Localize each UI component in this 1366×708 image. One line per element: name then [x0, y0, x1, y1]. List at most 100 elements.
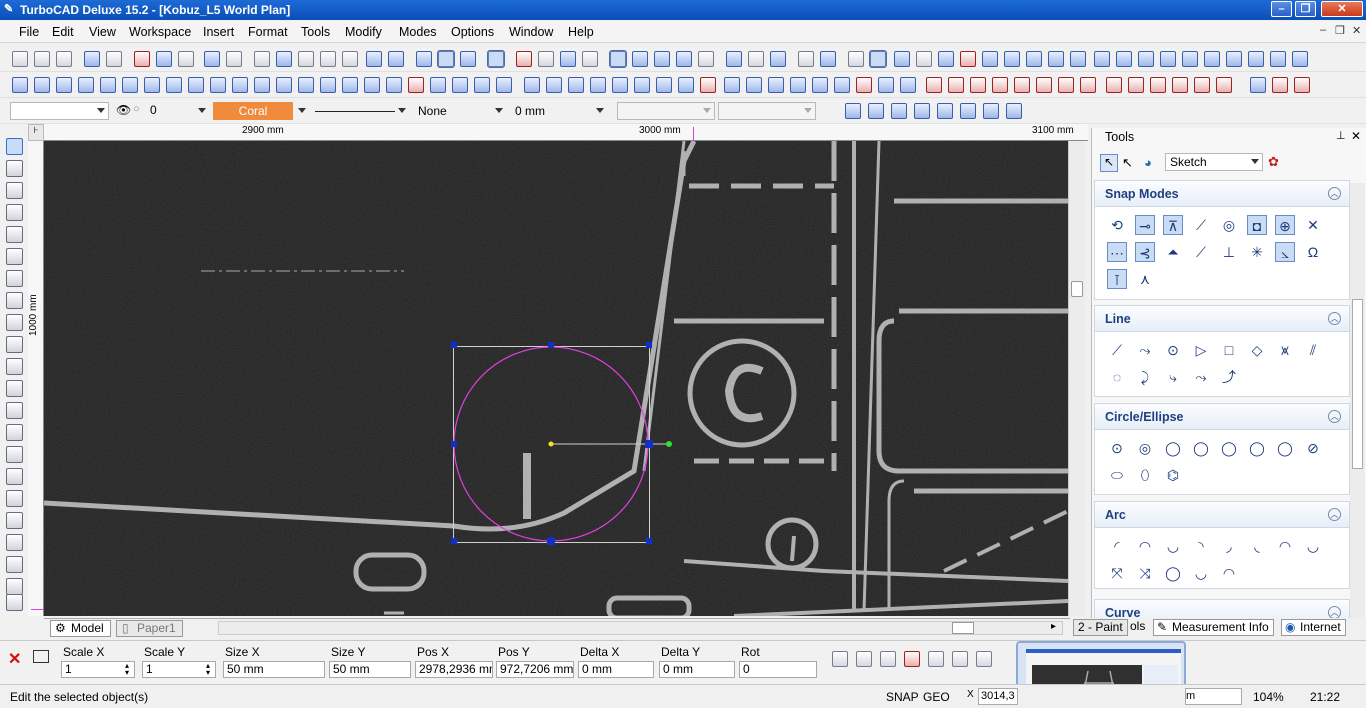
toolbar-button[interactable] [582, 51, 598, 67]
tool-icon[interactable]: ⦣ [1275, 242, 1295, 262]
tool-icon[interactable]: ⬭ [1107, 465, 1127, 485]
modify-button[interactable] [210, 77, 226, 93]
line-pattern-combo[interactable]: None [413, 102, 507, 120]
draw-tool-button[interactable] [6, 248, 23, 265]
tool-icon[interactable]: ◡ [1191, 563, 1211, 583]
modify-button[interactable] [724, 77, 740, 93]
toolbar-button[interactable] [12, 51, 28, 67]
pin-icon[interactable]: ⊥ [1336, 129, 1346, 142]
field-size-x[interactable]: 50 mm [223, 661, 325, 678]
modify-button[interactable] [900, 77, 916, 93]
line-style-preview[interactable] [315, 111, 395, 112]
draw-tool-button[interactable] [6, 556, 23, 573]
snap-button[interactable] [960, 103, 976, 119]
modify-button[interactable] [12, 77, 28, 93]
section-header[interactable]: Arc [1095, 502, 1349, 528]
modify-button[interactable] [970, 77, 986, 93]
modify-button[interactable] [1080, 77, 1096, 93]
tab-model[interactable]: ⚙ Model [50, 620, 111, 637]
draw-tool-button[interactable] [6, 578, 23, 595]
measurement-info-tab[interactable]: ✎ Measurement Info [1153, 619, 1274, 636]
toolbar-button[interactable] [1160, 51, 1176, 67]
toolbar-button[interactable] [298, 51, 314, 67]
modify-button[interactable] [790, 77, 806, 93]
modify-button[interactable] [56, 77, 72, 93]
modify-button[interactable] [430, 77, 446, 93]
tool-icon[interactable]: ◯ [1191, 438, 1211, 458]
toolbar-button[interactable] [320, 51, 336, 67]
modify-button[interactable] [1272, 77, 1288, 93]
tool-icon[interactable]: □ [1219, 340, 1239, 360]
collapse-icon[interactable]: ︿ [1328, 187, 1341, 200]
modify-button[interactable] [634, 77, 650, 93]
x-coord-field[interactable]: 3014,3 [978, 688, 1018, 705]
tool-icon[interactable]: ⌬ [1163, 465, 1183, 485]
modify-button[interactable] [1106, 77, 1122, 93]
snap-button[interactable] [891, 103, 907, 119]
tab-paper1[interactable]: ▯ Paper1 [116, 620, 183, 637]
tool-icon[interactable]: ◞ [1219, 536, 1239, 556]
draw-tool-button[interactable] [6, 270, 23, 287]
draw-tool-button[interactable] [6, 446, 23, 463]
modify-button[interactable] [364, 77, 380, 93]
toolbar-button[interactable] [342, 51, 358, 67]
hscroll-thumb[interactable] [952, 622, 974, 634]
mdi-restore-icon[interactable]: ❐ [1335, 24, 1345, 37]
restore-button[interactable]: ❐ [1295, 1, 1316, 17]
tool-icon[interactable]: ⤨ [1135, 563, 1155, 583]
tool-icon[interactable]: ◎ [1135, 438, 1155, 458]
collapse-icon[interactable]: ︿ [1328, 410, 1341, 423]
app-icon[interactable]: ✎ [4, 2, 13, 15]
toolbar-button[interactable] [676, 51, 692, 67]
tool-icon[interactable]: ⊥ [1219, 242, 1239, 262]
tool-icon[interactable]: ⏶ [1163, 242, 1183, 262]
draw-tool-button[interactable] [6, 292, 23, 309]
snap-button[interactable] [983, 103, 999, 119]
tool-icon[interactable]: ◌ [1107, 367, 1127, 387]
tool-icon[interactable]: ✳ [1247, 242, 1267, 262]
modify-button[interactable] [254, 77, 270, 93]
cancel-icon[interactable]: ✕ [8, 649, 21, 669]
toolbar-button[interactable] [960, 51, 976, 67]
modify-button[interactable] [1128, 77, 1144, 93]
tool-icon[interactable]: ⟋ [1191, 242, 1211, 262]
modify-button[interactable] [298, 77, 314, 93]
toolbar-button[interactable] [848, 51, 864, 67]
field-scale-x[interactable]: 1 [61, 661, 135, 678]
toolbar-button[interactable] [560, 51, 576, 67]
scroll-thumb[interactable] [1071, 281, 1083, 297]
snap-button[interactable] [937, 103, 953, 119]
modify-button[interactable] [878, 77, 894, 93]
palette-icon[interactable]: ◕ [1144, 155, 1152, 170]
modify-button[interactable] [1294, 77, 1310, 93]
menu-help[interactable]: Help [568, 25, 594, 39]
draw-tool-button[interactable] [6, 358, 23, 375]
ruler-origin-icon[interactable]: ⊦ [28, 124, 44, 141]
modify-button[interactable] [678, 77, 694, 93]
line-width-combo[interactable]: 0 mm [510, 102, 608, 120]
toolbar-button[interactable] [276, 51, 292, 67]
menu-window[interactable]: Window [509, 25, 553, 39]
tool-icon[interactable]: ⤴ [1219, 367, 1239, 387]
toolbar-button[interactable] [1292, 51, 1308, 67]
draw-tool-button[interactable] [6, 594, 23, 611]
modify-button[interactable] [1036, 77, 1052, 93]
tool-icon[interactable]: ⟲ [1107, 215, 1127, 235]
modify-button[interactable] [590, 77, 606, 93]
modify-button[interactable] [144, 77, 160, 93]
modify-button[interactable] [320, 77, 336, 93]
tool-icon[interactable]: Ω [1303, 242, 1323, 262]
inspector-button[interactable] [904, 651, 920, 667]
tool-icon[interactable]: ◯ [1163, 563, 1183, 583]
menu-modify[interactable]: Modify [345, 25, 382, 39]
modify-button[interactable] [1250, 77, 1266, 93]
linestyle-dropdown-icon[interactable] [398, 108, 406, 113]
tool-icon[interactable]: ⊼ [1163, 215, 1183, 235]
tool-icon[interactable]: ⩙ [1275, 340, 1295, 360]
section-header[interactable]: Circle/Ellipse [1095, 404, 1349, 430]
tool-icon[interactable]: ◜ [1107, 536, 1127, 556]
pen-combo[interactable] [718, 102, 816, 120]
draw-tool-button[interactable] [6, 512, 23, 529]
toolbar-button[interactable] [460, 51, 476, 67]
toolbar-button[interactable] [34, 51, 50, 67]
